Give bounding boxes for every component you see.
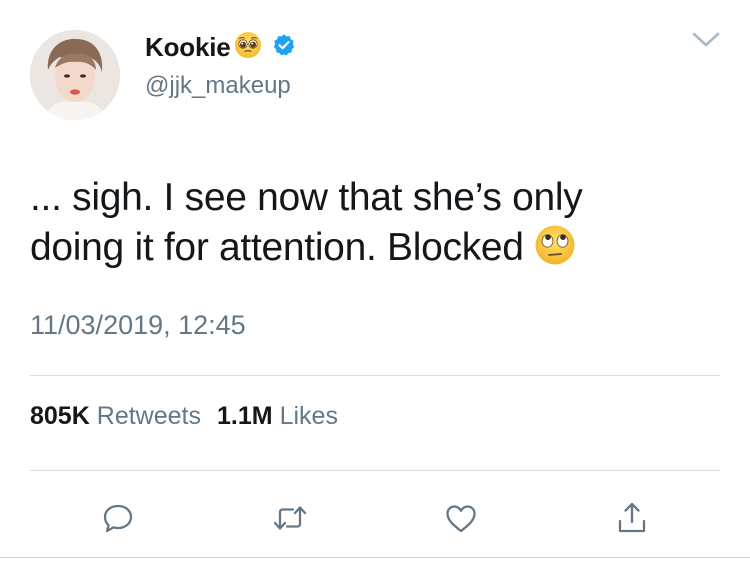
author-name-row[interactable]: Kookie — [145, 30, 296, 64]
likes-label: Likes — [279, 402, 338, 430]
tweet-stats: 805K Retweets 1.1M Likes — [30, 402, 354, 431]
tweet-text: ... sigh. I see now that she’s only doin… — [30, 173, 720, 279]
divider — [0, 557, 750, 558]
tweet-actions — [0, 498, 750, 538]
retweet-icon — [273, 506, 307, 530]
reply-button[interactable] — [98, 498, 138, 538]
retweets-stat[interactable]: 805K Retweets — [30, 402, 201, 431]
verified-badge-icon — [272, 33, 296, 62]
tweet-text-line-content: doing it for attention. Blocked — [30, 226, 524, 269]
profile-photo — [30, 30, 120, 120]
likes-stat[interactable]: 1.1M Likes — [217, 402, 338, 431]
share-button[interactable] — [612, 498, 652, 538]
tweet-card: Kookie @jjk_makeup ... sigh. I see now t… — [0, 0, 750, 563]
pleading-face-emoji — [234, 31, 262, 64]
chevron-down-icon — [692, 32, 720, 47]
share-icon — [618, 502, 646, 533]
like-button[interactable] — [441, 498, 481, 538]
divider — [30, 470, 720, 471]
display-name[interactable]: Kookie — [145, 32, 231, 63]
tweet-menu-button[interactable] — [686, 26, 726, 54]
retweets-label: Retweets — [96, 402, 201, 430]
tweet-text-line: ... sigh. I see now that she’s only — [30, 176, 583, 219]
likes-count: 1.1M — [216, 402, 273, 430]
retweet-button[interactable] — [270, 498, 310, 538]
tweet-text-line: doing it for attention. Blocked — [30, 223, 720, 279]
avatar[interactable] — [30, 30, 120, 120]
reply-icon — [103, 504, 133, 533]
user-handle[interactable]: @jjk_makeup — [145, 72, 291, 100]
divider — [30, 375, 720, 376]
face-with-rolling-eyes-emoji — [534, 224, 576, 279]
heart-icon — [446, 505, 476, 533]
retweets-count: 805K — [30, 402, 90, 430]
tweet-timestamp[interactable]: 11/03/2019, 12:45 — [30, 310, 246, 341]
